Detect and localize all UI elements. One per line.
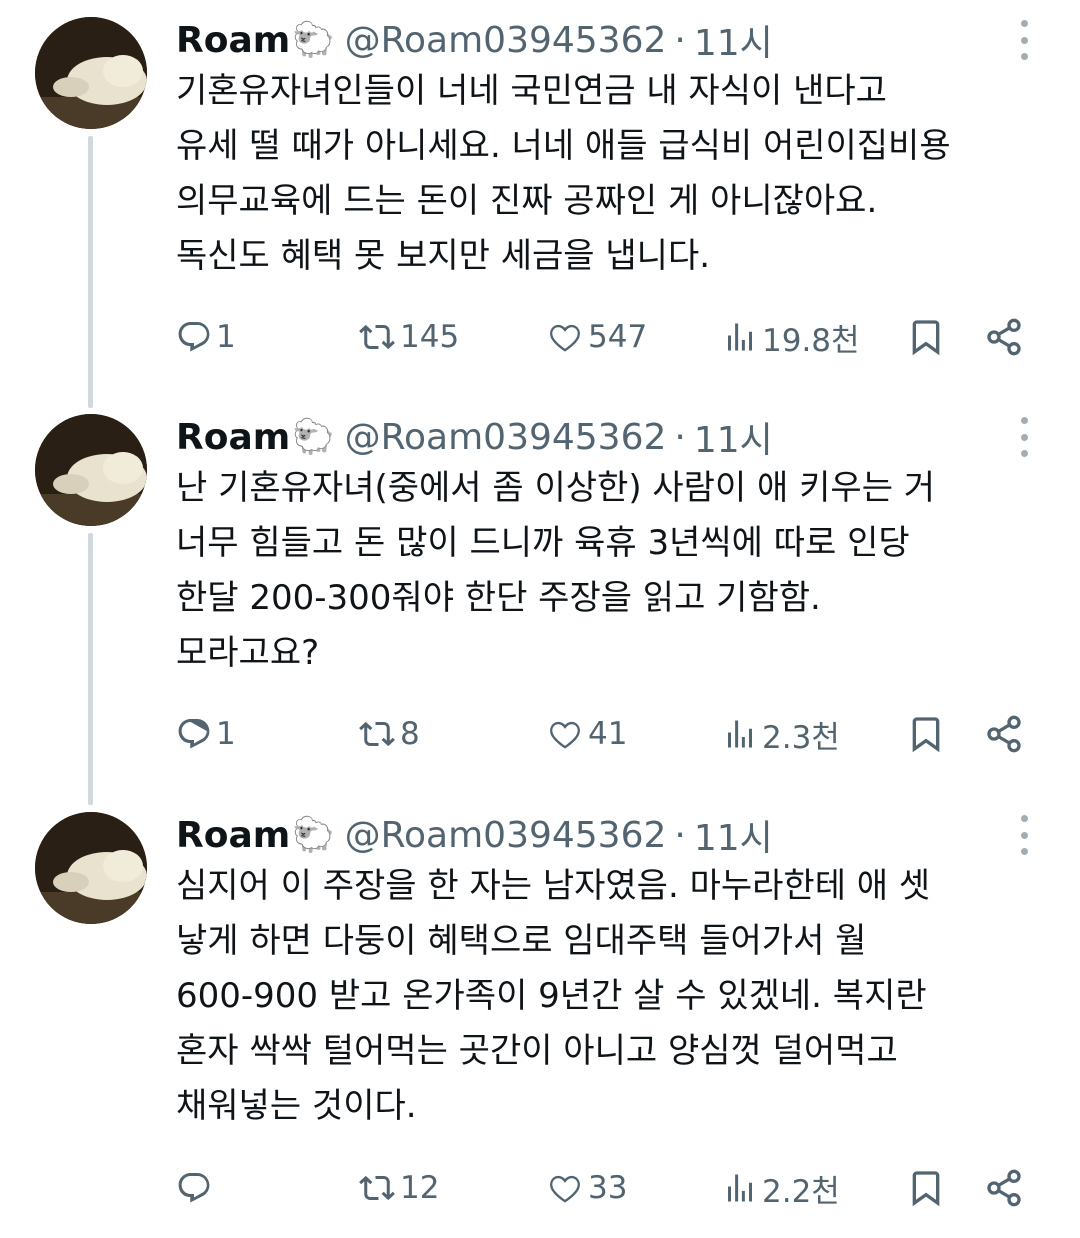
- thread: Roam 🐑 @Roam03945362 · 11시 기혼유자녀인들이 너네 국…: [0, 0, 1080, 1238]
- heart-icon: [550, 324, 580, 352]
- tweet-text-line: 혼자 싹싹 털어먹는 곳간이 아니고 양심껏 덜어먹고: [176, 1031, 898, 1071]
- heart-icon: [550, 721, 580, 749]
- bookmark-button[interactable]: [906, 312, 946, 362]
- views-button[interactable]: 2.2천: [722, 1163, 840, 1213]
- tweet[interactable]: Roam 🐑 @Roam03945362 · 11시 난 기혼유자녀(중에서 좀…: [0, 397, 1080, 805]
- tweet[interactable]: Roam 🐑 @Roam03945362 · 11시 기혼유자녀인들이 너네 국…: [0, 0, 1080, 408]
- display-name[interactable]: Roam: [176, 417, 290, 458]
- separator-dot: ·: [674, 416, 686, 458]
- share-icon: [987, 715, 1021, 753]
- tweet-text-line: 너무 힘들고 돈 많이 드니까 육휴 3년씩에 따로 인당: [176, 523, 910, 563]
- timestamp[interactable]: 11시: [694, 809, 773, 861]
- sheep-avatar-image: [35, 414, 147, 526]
- like-button[interactable]: 547: [546, 312, 647, 362]
- tweet-text-line: 유세 떨 때가 아니세요. 너네 애들 급식비 어린이집비용: [176, 126, 951, 166]
- avatar[interactable]: [35, 812, 147, 924]
- display-name[interactable]: Roam: [176, 815, 290, 856]
- views-icon: [728, 1174, 752, 1202]
- bookmark-icon: [912, 320, 940, 356]
- timestamp[interactable]: 11시: [694, 411, 773, 463]
- timestamp[interactable]: 11시: [694, 14, 773, 66]
- reply-icon: [178, 719, 210, 749]
- tweet-text: 기혼유자녀인들이 너네 국민연금 내 자식이 낸다고 유세 떨 때가 아니세요.…: [176, 64, 1056, 284]
- views-count: 2.2천: [762, 1173, 840, 1210]
- reply-button[interactable]: 1: [176, 312, 236, 362]
- sheep-emoji: 🐑: [292, 20, 335, 60]
- share-icon: [987, 1169, 1021, 1207]
- retweet-button[interactable]: 8: [358, 709, 420, 759]
- tweet-header: Roam 🐑 @Roam03945362 · 11시: [176, 18, 773, 65]
- tweet-header: Roam 🐑 @Roam03945362 · 11시: [176, 415, 773, 462]
- user-handle[interactable]: @Roam03945362: [345, 417, 667, 458]
- thread-line: [88, 136, 93, 408]
- display-name[interactable]: Roam: [176, 20, 290, 61]
- bookmark-button[interactable]: [906, 1163, 946, 1213]
- views-button[interactable]: 2.3천: [722, 709, 840, 759]
- views-icon: [728, 720, 752, 748]
- views-count: 2.3천: [762, 719, 840, 756]
- sheep-avatar-image: [35, 812, 147, 924]
- reply-count: 1: [216, 319, 236, 355]
- reply-count: 1: [216, 716, 236, 752]
- sheep-emoji: 🐑: [292, 815, 335, 855]
- like-count: 33: [588, 1170, 628, 1206]
- user-handle[interactable]: @Roam03945362: [345, 815, 667, 856]
- retweet-icon: [359, 324, 395, 350]
- tweet-text-line: 채워넣는 것이다.: [176, 1086, 417, 1126]
- retweet-button[interactable]: 145: [358, 312, 459, 362]
- like-count: 547: [588, 319, 648, 355]
- views-icon: [728, 323, 752, 351]
- share-button[interactable]: [984, 312, 1024, 362]
- reply-button[interactable]: 1: [176, 709, 236, 759]
- sheep-avatar-image: [35, 17, 147, 129]
- action-bar: 1 8 41 2.3천: [0, 709, 1080, 759]
- thread-line: [88, 533, 93, 805]
- user-handle[interactable]: @Roam03945362: [345, 20, 667, 61]
- tweet-text: 난 기혼유자녀(중에서 좀 이상한) 사람이 애 키우는 거 너무 힘들고 돈 …: [176, 461, 1056, 681]
- action-bar: 1 145 547 19.8천: [0, 312, 1080, 362]
- retweet-icon: [359, 1175, 395, 1201]
- avatar[interactable]: [35, 17, 147, 129]
- tweet-text: 심지어 이 주장을 한 자는 남자였음. 마누라한테 애 셋 낳게 하면 다둥이…: [176, 859, 1056, 1134]
- retweet-count: 8: [400, 716, 420, 752]
- separator-dot: ·: [674, 814, 686, 856]
- tweet-text-line: 낳게 하면 다둥이 혜택으로 임대주택 들어가서 월: [176, 921, 867, 961]
- retweet-count: 12: [400, 1170, 440, 1206]
- separator-dot: ·: [674, 19, 686, 61]
- more-icon[interactable]: [1010, 417, 1038, 457]
- more-icon[interactable]: [1010, 815, 1038, 855]
- reply-icon: [178, 322, 210, 352]
- tweet-text-line: 600-900 받고 온가족이 9년간 살 수 있겠네. 복지란: [176, 976, 927, 1016]
- retweet-count: 145: [400, 319, 460, 355]
- bookmark-button[interactable]: [906, 709, 946, 759]
- share-icon: [987, 318, 1021, 356]
- action-bar: 12 33 2.2천: [0, 1163, 1080, 1213]
- tweet-text-line: 독신도 혜택 못 보지만 세금을 냅니다.: [176, 236, 711, 276]
- tweet-text-line: 한달 200-300줘야 한단 주장을 읽고 기함함.: [176, 578, 821, 618]
- like-button[interactable]: 33: [546, 1163, 627, 1213]
- retweet-button[interactable]: 12: [358, 1163, 439, 1213]
- tweet-text-line: 모라고요?: [176, 633, 320, 673]
- views-count: 19.8천: [762, 322, 860, 359]
- heart-icon: [550, 1175, 580, 1203]
- tweet-text-line: 의무교육에 드는 돈이 진짜 공짜인 게 아니잖아요.: [176, 181, 878, 221]
- bookmark-icon: [912, 717, 940, 753]
- more-icon[interactable]: [1010, 20, 1038, 60]
- reply-button[interactable]: [176, 1163, 216, 1213]
- views-button[interactable]: 19.8천: [722, 312, 860, 362]
- tweet-text-line: 심지어 이 주장을 한 자는 남자였음. 마누라한테 애 셋: [176, 866, 931, 906]
- bookmark-icon: [912, 1171, 940, 1207]
- like-button[interactable]: 41: [546, 709, 627, 759]
- tweet-text-line: 기혼유자녀인들이 너네 국민연금 내 자식이 낸다고: [176, 71, 887, 111]
- tweet[interactable]: Roam 🐑 @Roam03945362 · 11시 심지어 이 주장을 한 자…: [0, 795, 1080, 1238]
- sheep-emoji: 🐑: [292, 417, 335, 457]
- share-button[interactable]: [984, 1163, 1024, 1213]
- share-button[interactable]: [984, 709, 1024, 759]
- tweet-text-line: 난 기혼유자녀(중에서 좀 이상한) 사람이 애 키우는 거: [176, 468, 936, 508]
- reply-icon: [178, 1173, 210, 1203]
- tweet-header: Roam 🐑 @Roam03945362 · 11시: [176, 813, 773, 860]
- retweet-icon: [359, 721, 395, 747]
- like-count: 41: [588, 716, 628, 752]
- avatar[interactable]: [35, 414, 147, 526]
